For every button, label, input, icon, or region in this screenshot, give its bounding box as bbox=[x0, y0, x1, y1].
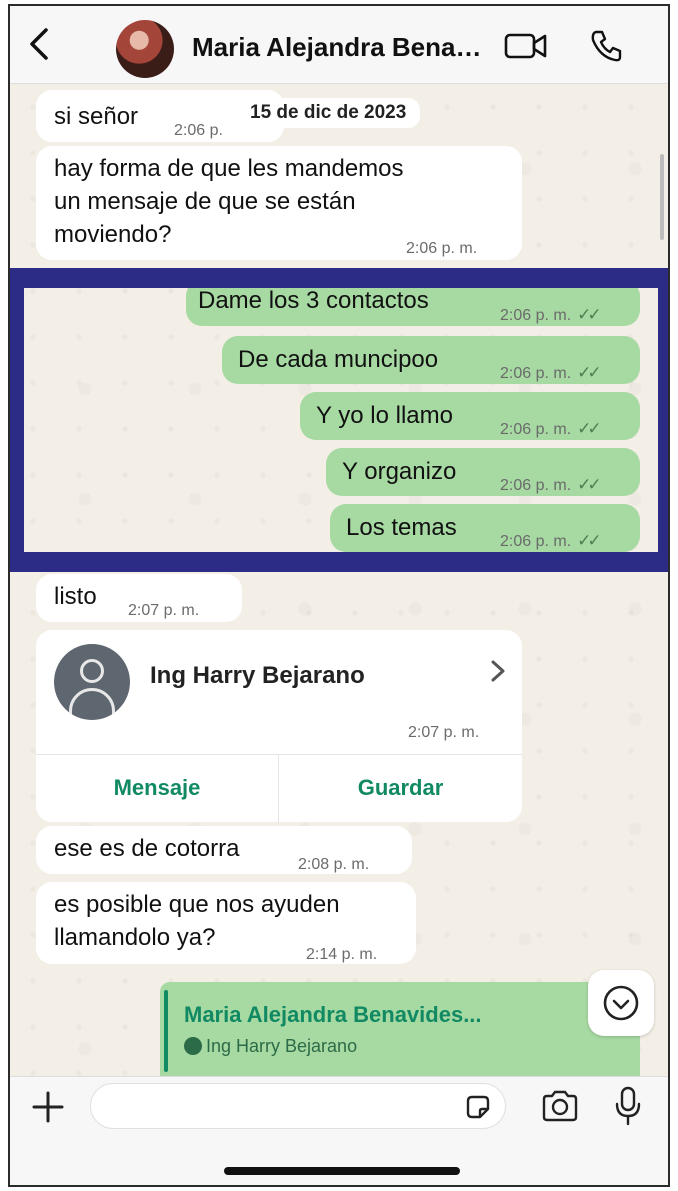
message-bubble[interactable]: Dame los 3 contactos 2:06 p. m. ✓✓ bbox=[186, 280, 640, 326]
message-time: 2:14 p. m. bbox=[306, 946, 378, 963]
voice-call-button[interactable] bbox=[588, 28, 624, 64]
message-time: 2:06 p. m. ✓✓ bbox=[500, 419, 602, 438]
read-ticks-icon: ✓✓ bbox=[577, 531, 601, 550]
message-bubble[interactable]: ese es de cotorra 2:08 p. m. bbox=[36, 826, 412, 874]
chevron-right-icon[interactable] bbox=[488, 656, 508, 694]
message-text: ese es de cotorra bbox=[54, 835, 240, 862]
message-time: 2:06 p. m. ✓✓ bbox=[500, 475, 602, 494]
reply-preview-subtitle: Ing Harry Bejarano bbox=[184, 1036, 357, 1057]
chevron-left-icon bbox=[30, 28, 48, 60]
message-time: 2:06 p. m. ✓✓ bbox=[500, 531, 602, 550]
message-text: si señor bbox=[54, 103, 139, 130]
microphone-icon bbox=[615, 1086, 641, 1126]
message-text: es posible que nos ayuden llamandolo ya? bbox=[54, 891, 340, 951]
attach-button[interactable] bbox=[32, 1087, 64, 1127]
back-button[interactable] bbox=[24, 24, 60, 64]
camera-icon bbox=[542, 1090, 578, 1122]
contact-card-avatar-icon bbox=[54, 644, 130, 720]
read-ticks-icon: ✓✓ bbox=[577, 363, 601, 382]
chat-header: Maria Alejandra Bena… bbox=[10, 6, 668, 84]
read-ticks-icon: ✓✓ bbox=[577, 475, 601, 494]
message-bubble[interactable]: De cada muncipoo 2:06 p. m. ✓✓ bbox=[222, 336, 640, 384]
contact-avatar[interactable] bbox=[116, 20, 174, 78]
contact-card-name[interactable]: Ing Harry Bejarano bbox=[150, 662, 365, 690]
message-contact-button[interactable]: Mensaje bbox=[36, 755, 279, 823]
message-time: 2:06 p. bbox=[174, 122, 223, 139]
message-composer bbox=[10, 1076, 668, 1185]
message-text: Dame los 3 contactos bbox=[198, 287, 429, 314]
phone-icon bbox=[591, 30, 622, 62]
phone-screen: Maria Alejandra Bena… si señor 2:06 p. 1… bbox=[8, 4, 670, 1187]
message-time: 2:08 p. m. bbox=[298, 856, 370, 873]
person-icon bbox=[184, 1037, 202, 1055]
plus-icon bbox=[32, 1091, 64, 1123]
reply-preview[interactable]: Maria Alejandra Benavides... Ing Harry B… bbox=[160, 982, 640, 1076]
scrollbar[interactable] bbox=[660, 154, 664, 240]
save-contact-button[interactable]: Guardar bbox=[279, 755, 522, 823]
message-text: listo bbox=[54, 583, 97, 610]
chat-area[interactable]: si señor 2:06 p. 15 de dic de 2023 hay f… bbox=[10, 84, 668, 1076]
read-ticks-icon: ✓✓ bbox=[577, 305, 601, 324]
message-time: 2:06 p. m. bbox=[406, 240, 478, 257]
voice-note-button[interactable] bbox=[614, 1085, 642, 1127]
message-time: 2:06 p. m. ✓✓ bbox=[500, 363, 602, 382]
message-time: 2:07 p. m. bbox=[128, 602, 200, 619]
message-bubble[interactable]: listo 2:07 p. m. bbox=[36, 574, 242, 622]
contact-name[interactable]: Maria Alejandra Bena… bbox=[192, 32, 481, 63]
chevron-down-circle-icon bbox=[603, 985, 639, 1021]
message-bubble[interactable]: hay forma de que les mandemos un mensaje… bbox=[36, 146, 522, 260]
message-text: Los temas bbox=[346, 514, 457, 541]
message-text: De cada muncipoo bbox=[238, 346, 439, 373]
message-text: hay forma de que les mandemos un mensaje… bbox=[54, 155, 404, 248]
sticker-button[interactable] bbox=[464, 1093, 492, 1121]
contact-card[interactable]: Ing Harry Bejarano 2:07 p. m. Mensaje Gu… bbox=[36, 630, 522, 823]
message-bubble[interactable]: Y organizo 2:06 p. m. ✓✓ bbox=[326, 448, 640, 496]
contact-card-actions: Mensaje Guardar bbox=[36, 754, 522, 823]
sticker-icon bbox=[466, 1095, 490, 1119]
home-indicator[interactable] bbox=[224, 1167, 460, 1175]
message-bubble[interactable]: Los temas 2:06 p. m. ✓✓ bbox=[330, 504, 640, 552]
message-bubble[interactable]: es posible que nos ayuden llamandolo ya?… bbox=[36, 882, 416, 964]
message-input[interactable] bbox=[90, 1083, 506, 1129]
read-ticks-icon: ✓✓ bbox=[577, 419, 601, 438]
reply-preview-title: Maria Alejandra Benavides... bbox=[184, 1002, 482, 1027]
scroll-to-bottom-button[interactable] bbox=[588, 970, 654, 1036]
video-camera-icon bbox=[504, 33, 547, 59]
video-call-button[interactable] bbox=[504, 30, 548, 62]
message-text: Y organizo bbox=[342, 458, 457, 485]
date-separator: 15 de dic de 2023 bbox=[236, 98, 421, 128]
message-bubble[interactable]: Y yo lo llamo 2:06 p. m. ✓✓ bbox=[300, 392, 640, 440]
message-text: Y yo lo llamo bbox=[316, 402, 453, 429]
camera-button[interactable] bbox=[540, 1089, 580, 1123]
message-time: 2:07 p. m. bbox=[408, 724, 480, 741]
message-time: 2:06 p. m. ✓✓ bbox=[500, 305, 602, 324]
